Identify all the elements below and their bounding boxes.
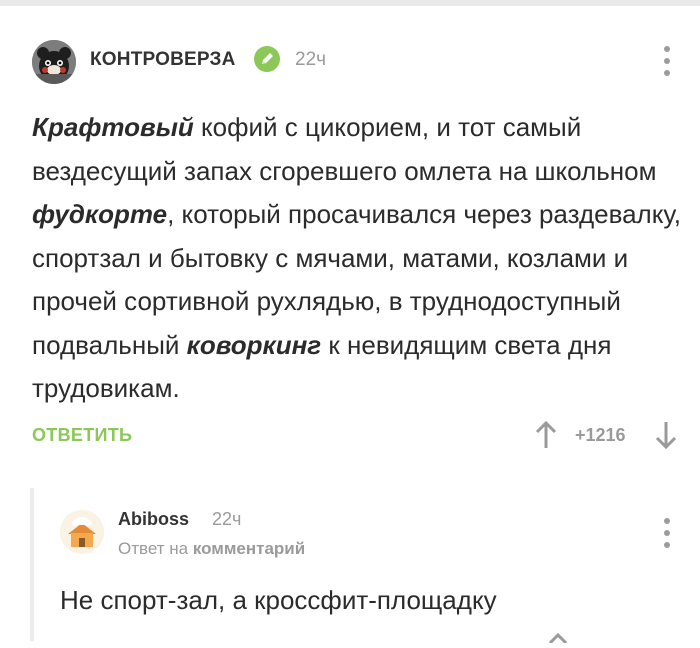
house-icon (60, 510, 104, 554)
top-separator (0, 0, 700, 6)
pencil-verified-icon (254, 46, 280, 72)
rating-value: +1216 (575, 425, 626, 445)
arrow-down-icon[interactable] (654, 420, 678, 450)
reply-to-link[interactable]: Ответ на комментарий (118, 539, 305, 559)
arrow-up-icon[interactable] (534, 420, 558, 450)
reply-text: Не спорт-зал, а кроссфит-площадку (60, 585, 497, 615)
comment-text: Крафтовый кофий с цикорием, и тот самый … (32, 106, 682, 411)
comment-text-emphasis: Крафтовый (32, 112, 194, 142)
reply-thread-line[interactable] (30, 488, 34, 641)
more-vertical-icon[interactable] (663, 46, 671, 76)
comment-text-emphasis: коворкинг (186, 329, 322, 360)
reply-author-avatar[interactable] (60, 510, 104, 554)
arrow-up-icon[interactable] (546, 630, 570, 645)
comment-text-emphasis: фудкорте (32, 199, 168, 229)
reply-time: 22ч (212, 509, 242, 529)
author-name[interactable]: КОНТРОВЕРЗА (90, 49, 236, 71)
comment-time: 22ч (295, 49, 327, 70)
author-avatar[interactable] (32, 40, 76, 84)
reply-button[interactable]: ОТВЕТИТЬ (32, 425, 132, 446)
reply-author-name[interactable]: Abiboss (118, 509, 189, 530)
more-vertical-icon[interactable] (663, 518, 671, 548)
reply-to-target[interactable]: комментарий (193, 539, 305, 558)
reply-to-prefix: Ответ на (118, 539, 189, 558)
bear-mascot-icon (32, 40, 76, 84)
